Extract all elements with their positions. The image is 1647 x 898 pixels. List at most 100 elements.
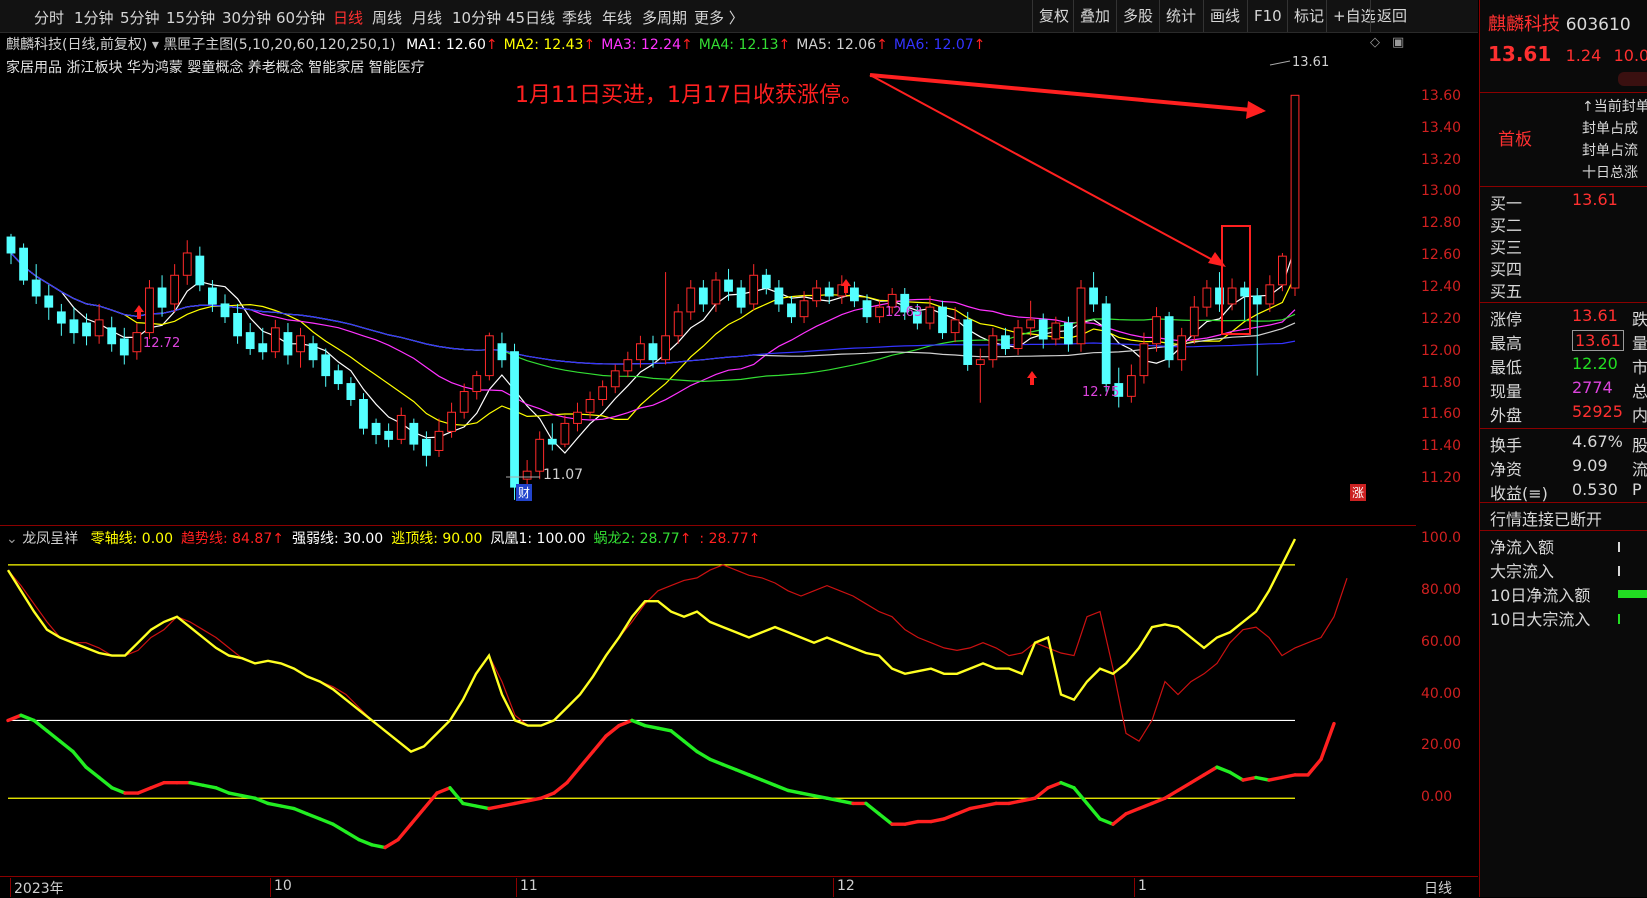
period-tab-2[interactable]: 5分钟 [120,7,160,28]
collapse-icon[interactable]: ⌄ [6,531,18,547]
candle[interactable] [673,303,683,344]
candle[interactable] [1240,281,1250,320]
period-tab-0[interactable]: 分时 [34,7,64,28]
candle[interactable] [623,351,633,378]
candle[interactable] [396,407,406,445]
candle[interactable] [434,418,444,457]
candle[interactable] [1013,319,1023,355]
toolbar-button-5[interactable]: F10 [1247,0,1288,32]
candle[interactable] [1227,278,1237,311]
candle[interactable] [1101,295,1111,392]
candle[interactable] [94,303,104,344]
candle[interactable] [1152,307,1161,352]
period-tab-5[interactable]: 60分钟 [276,7,325,28]
candle[interactable] [1265,275,1275,312]
candle[interactable] [1164,311,1174,368]
candle[interactable] [686,280,696,320]
candle[interactable] [44,284,54,320]
candle[interactable] [283,323,293,365]
finance-badge[interactable]: 财 [516,484,533,501]
candle[interactable] [145,280,154,339]
candle[interactable] [925,295,935,330]
candle[interactable] [296,327,305,368]
candle[interactable] [610,364,620,394]
candle[interactable] [220,294,230,324]
period-tab-1[interactable]: 1分钟 [74,7,114,28]
candle[interactable] [195,246,205,292]
limit-up-badge[interactable]: 涨 [1350,484,1367,501]
candle[interactable] [1001,327,1010,355]
collapse-tab-icon[interactable] [1618,72,1647,86]
candle[interactable] [1089,272,1098,312]
candle[interactable] [547,423,557,451]
period-indicator[interactable]: 日线 [1424,878,1452,898]
candle[interactable] [346,377,356,406]
candle[interactable] [736,280,746,314]
candle[interactable] [661,272,670,365]
indicator-name[interactable]: 黑匣子主图(5,10,20,60,120,250,1) [163,37,395,53]
candle[interactable] [384,423,394,448]
candle[interactable] [787,295,796,324]
candle[interactable] [484,332,494,381]
dropdown-icon[interactable]: ▾ [152,37,159,53]
window-icon[interactable]: ▣ [1392,35,1404,50]
candle[interactable] [761,268,771,295]
candle[interactable] [1189,295,1199,344]
candle[interactable] [409,418,419,451]
period-tab-12[interactable]: 年线 [602,7,632,28]
toolbar-button-0[interactable]: 复权 [1032,0,1075,32]
candle[interactable] [132,323,142,360]
candle[interactable] [371,418,381,445]
period-tab-4[interactable]: 30分钟 [222,7,271,28]
period-tab-6[interactable]: 日线 [333,7,363,28]
period-tab-7[interactable]: 周线 [372,7,402,28]
candle[interactable] [560,415,570,448]
candle[interactable] [1076,280,1086,352]
candle[interactable] [573,402,582,432]
candle[interactable] [56,303,66,336]
candle[interactable] [182,240,192,285]
toolbar-button-3[interactable]: 统计 [1159,0,1202,32]
candle[interactable] [459,383,469,419]
candle[interactable] [472,370,482,400]
toolbar-button-8[interactable]: 返回 [1370,0,1413,32]
candle[interactable] [308,335,318,368]
period-tab-13[interactable]: 多周期 [642,7,687,28]
price-chart-panel[interactable]: 麒麟科技(日线,前复权) ▾ 黑匣子主图(5,10,20,60,120,250,… [0,33,1416,526]
oscillator-panel[interactable]: ⌄ 龙凤呈祥 零轴线: 0.00 趋势线: 84.87↑ 强弱线: 30.00 逃顶线… [0,526,1416,876]
candle[interactable] [333,364,343,390]
candle[interactable] [636,335,645,368]
toolbar-button-6[interactable]: 标记 [1287,0,1330,32]
candle[interactable] [1126,364,1136,403]
candle[interactable] [157,275,167,317]
candle[interactable] [82,313,91,346]
period-tab-8[interactable]: 月线 [412,7,442,28]
toolbar-button-4[interactable]: 画线 [1203,0,1246,32]
candle[interactable] [850,281,859,308]
period-tab-10[interactable]: 45日线 [506,7,555,28]
candle[interactable] [950,307,960,343]
candle[interactable] [711,272,721,312]
candle[interactable] [1290,94,1300,296]
period-tab-3[interactable]: 15分钟 [166,7,215,28]
candle[interactable] [1139,332,1149,384]
candle[interactable] [510,343,519,500]
candle[interactable] [31,264,41,304]
candle[interactable] [598,380,608,406]
candle[interactable] [497,332,507,368]
oscillator-title[interactable]: 龙凤呈祥 [22,531,78,547]
period-tab-14[interactable]: 更多 〉 [694,7,744,28]
period-tab-11[interactable]: 季线 [562,7,592,28]
candle[interactable] [170,264,180,312]
candle[interactable] [270,319,280,359]
diamond-icon[interactable]: ◇ [1370,35,1380,50]
toolbar-button-2[interactable]: 多股 [1116,0,1159,32]
candle[interactable] [321,348,331,387]
candle[interactable] [359,393,368,435]
period-tab-9[interactable]: 10分钟 [452,7,501,28]
toolbar-button-1[interactable]: 叠加 [1073,0,1116,32]
candle[interactable] [698,280,708,312]
candle[interactable] [724,268,733,301]
candle[interactable] [107,316,117,352]
oscillator-chart[interactable] [0,526,1415,876]
